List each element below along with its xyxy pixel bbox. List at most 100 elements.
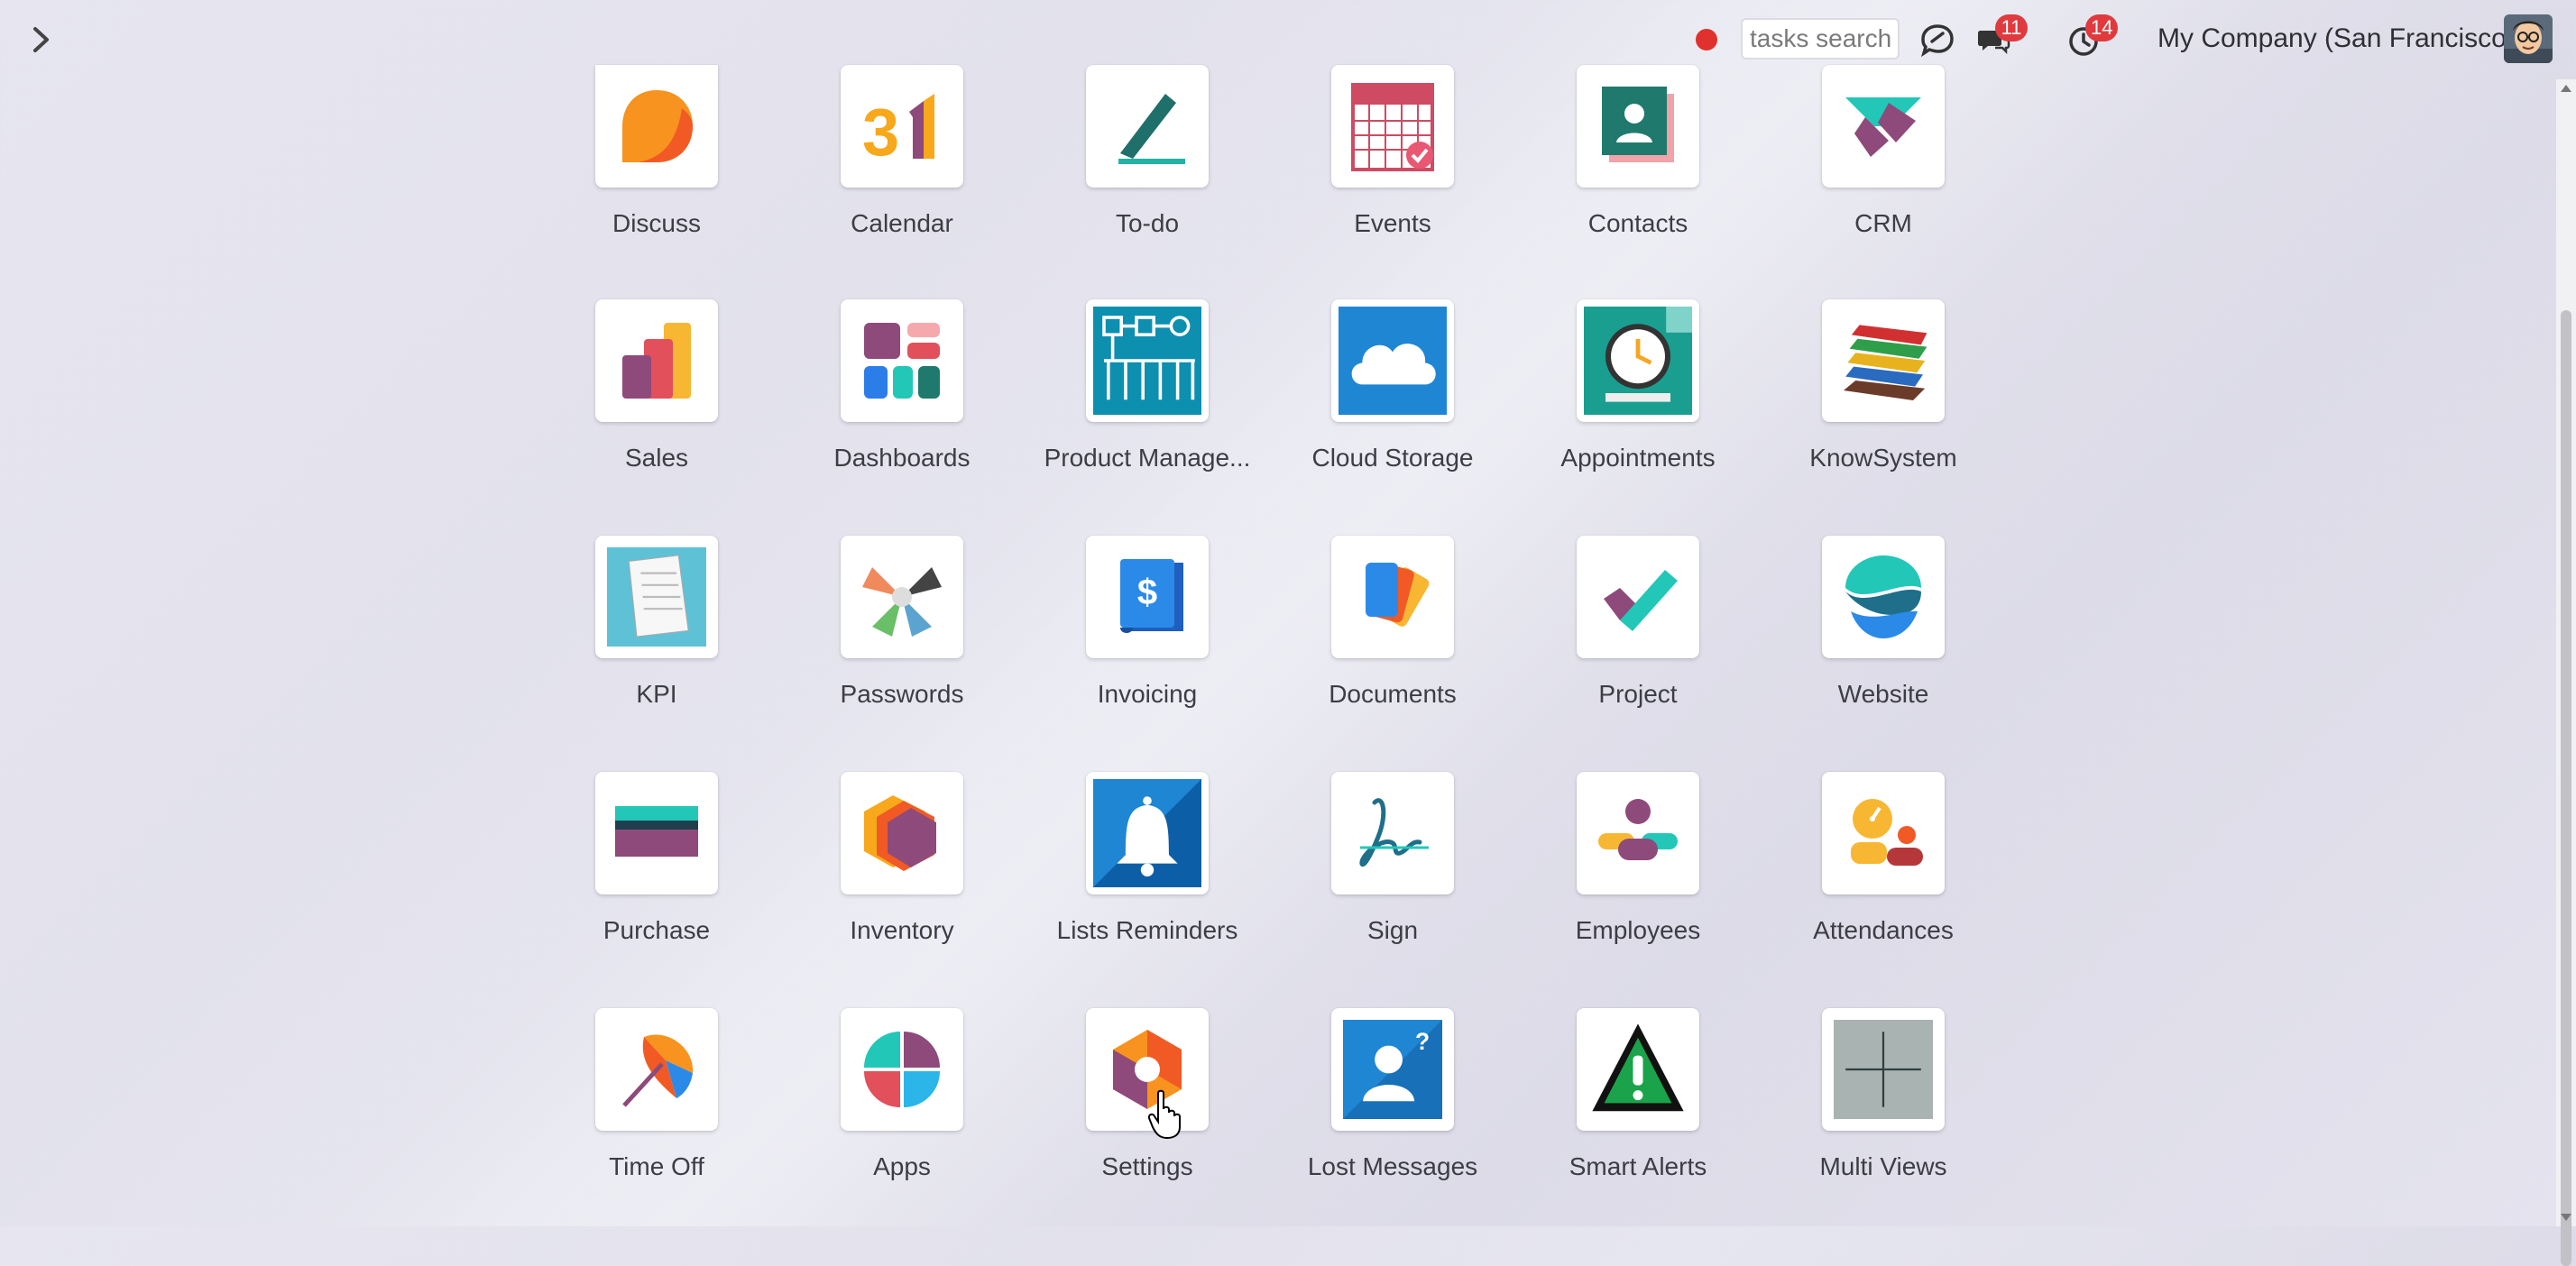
app-lost-messages[interactable]: ? Lost Messages bbox=[1270, 1008, 1515, 1243]
app-label: CRM bbox=[1854, 209, 1912, 237]
app-knowsystem[interactable]: KnowSystem bbox=[1761, 299, 2006, 534]
activities-button[interactable]: 14 bbox=[2064, 14, 2119, 60]
app-label: Attendances bbox=[1813, 916, 1954, 944]
messages-button[interactable]: 11 bbox=[1973, 14, 2028, 60]
tasks-search-input[interactable] bbox=[1741, 18, 1900, 60]
app-cloud-storage[interactable]: Cloud Storage bbox=[1270, 299, 1515, 534]
app-purchase[interactable]: Purchase bbox=[534, 772, 779, 1006]
app-label: Sign bbox=[1366, 916, 1419, 944]
smart-alerts-icon bbox=[1592, 1023, 1684, 1112]
svg-text:?: ? bbox=[1415, 1028, 1430, 1055]
product-management-icon bbox=[1093, 307, 1201, 415]
app-passwords[interactable]: Passwords bbox=[779, 536, 1025, 770]
app-crm[interactable]: CRM bbox=[1761, 65, 2006, 299]
app-label: Settings bbox=[1101, 1152, 1193, 1180]
crm-icon bbox=[1845, 97, 1921, 157]
scroll-up-arrow-icon[interactable] bbox=[2561, 85, 2571, 92]
documents-icon bbox=[1366, 563, 1430, 627]
app-dashboards[interactable]: Dashboards bbox=[779, 299, 1025, 534]
app-label: Product Manage... bbox=[1044, 444, 1251, 472]
app-attendances[interactable]: Attendances bbox=[1761, 772, 2006, 1006]
app-kpi[interactable]: KPI bbox=[534, 536, 779, 770]
inventory-icon bbox=[864, 795, 936, 871]
app-label: Appointments bbox=[1560, 444, 1716, 472]
chevron-right-icon bbox=[33, 27, 49, 52]
app-project[interactable]: Project bbox=[1515, 536, 1761, 770]
contacts-icon bbox=[1602, 87, 1674, 162]
app-label: Lists Reminders bbox=[1056, 916, 1238, 944]
app-smart-alerts[interactable]: Smart Alerts bbox=[1515, 1008, 1761, 1243]
svg-text:3: 3 bbox=[862, 95, 899, 170]
app-multi-views[interactable]: Multi Views bbox=[1761, 1008, 2006, 1243]
voip-button[interactable] bbox=[1918, 20, 1957, 60]
discuss-icon bbox=[622, 90, 693, 162]
app-label: Lost Messages bbox=[1307, 1152, 1478, 1180]
cloud-storage-icon bbox=[1339, 307, 1447, 415]
app-invoicing[interactable]: $ Invoicing bbox=[1025, 536, 1270, 770]
recording-indicator[interactable] bbox=[1696, 29, 1717, 50]
messages-count-badge: 11 bbox=[1995, 14, 2028, 41]
app-label: To-do bbox=[1115, 209, 1180, 237]
app-sales[interactable]: Sales bbox=[534, 299, 779, 534]
app-label: KPI bbox=[636, 680, 677, 708]
app-label: Inventory bbox=[850, 916, 954, 944]
svg-text:$: $ bbox=[1137, 573, 1157, 612]
app-appointments[interactable]: Appointments bbox=[1515, 299, 1761, 534]
kpi-icon bbox=[607, 547, 706, 647]
app-apps[interactable]: Apps bbox=[779, 1008, 1025, 1243]
app-lists-reminders[interactable]: Lists Reminders bbox=[1025, 772, 1270, 1006]
employees-icon bbox=[1598, 799, 1678, 860]
activities-count-badge: 14 bbox=[2085, 14, 2119, 41]
appointments-icon bbox=[1584, 307, 1692, 415]
app-label: Purchase bbox=[603, 916, 711, 944]
app-todo[interactable]: To-do bbox=[1025, 65, 1270, 299]
app-label: Discuss bbox=[612, 209, 701, 237]
todo-icon bbox=[1118, 94, 1185, 164]
app-label: Calendar bbox=[851, 209, 953, 237]
app-time-off[interactable]: Time Off bbox=[534, 1008, 779, 1243]
sidebar-toggle-button[interactable] bbox=[23, 20, 60, 60]
app-discuss[interactable]: Discuss bbox=[534, 65, 779, 299]
app-employees[interactable]: Employees bbox=[1515, 772, 1761, 1006]
dashboards-icon bbox=[864, 323, 940, 399]
app-sign[interactable]: Sign bbox=[1270, 772, 1515, 1006]
app-inventory[interactable]: Inventory bbox=[779, 772, 1025, 1006]
time-off-icon bbox=[622, 1034, 694, 1107]
app-label: Invoicing bbox=[1097, 680, 1198, 708]
lost-messages-icon: ? bbox=[1343, 1020, 1442, 1119]
app-label: KnowSystem bbox=[1809, 444, 1957, 472]
app-label: Dashboards bbox=[833, 444, 971, 472]
company-switcher[interactable]: My Company (San Francisco) bbox=[2157, 23, 2516, 54]
sign-icon bbox=[1359, 798, 1429, 867]
sales-icon bbox=[622, 323, 691, 399]
app-label: Project bbox=[1598, 680, 1678, 708]
app-label: Website bbox=[1837, 680, 1929, 708]
app-calendar[interactable]: 3 Calendar bbox=[779, 65, 1025, 299]
invoicing-icon: $ bbox=[1120, 559, 1183, 633]
app-label: Documents bbox=[1329, 680, 1457, 708]
knowsystem-icon bbox=[1844, 325, 1927, 400]
attendances-icon bbox=[1851, 799, 1923, 866]
app-label: Apps bbox=[873, 1152, 931, 1180]
scrollbar-thumb[interactable] bbox=[2561, 310, 2571, 1266]
app-label: Sales bbox=[624, 444, 689, 472]
app-website[interactable]: Website bbox=[1761, 536, 2006, 770]
app-label: Passwords bbox=[840, 680, 964, 708]
app-label: Multi Views bbox=[1819, 1152, 1947, 1180]
phone-icon bbox=[1921, 24, 1954, 58]
app-settings[interactable]: Settings bbox=[1025, 1008, 1270, 1243]
user-avatar[interactable] bbox=[2504, 14, 2553, 63]
calendar-icon: 3 bbox=[862, 94, 934, 170]
app-label: Smart Alerts bbox=[1569, 1152, 1707, 1180]
lists-reminders-icon bbox=[1093, 779, 1201, 887]
scroll-down-arrow-icon[interactable] bbox=[2561, 1214, 2571, 1221]
app-product-management[interactable]: Product Manage... bbox=[1025, 299, 1270, 534]
app-label: Contacts bbox=[1587, 209, 1688, 237]
app-label: Employees bbox=[1575, 916, 1701, 944]
app-events[interactable]: Events bbox=[1270, 65, 1515, 299]
vertical-scrollbar[interactable] bbox=[2556, 79, 2576, 1266]
multi-views-icon bbox=[1834, 1020, 1933, 1119]
app-contacts[interactable]: Contacts bbox=[1515, 65, 1761, 299]
app-documents[interactable]: Documents bbox=[1270, 536, 1515, 770]
events-icon bbox=[1351, 83, 1434, 171]
